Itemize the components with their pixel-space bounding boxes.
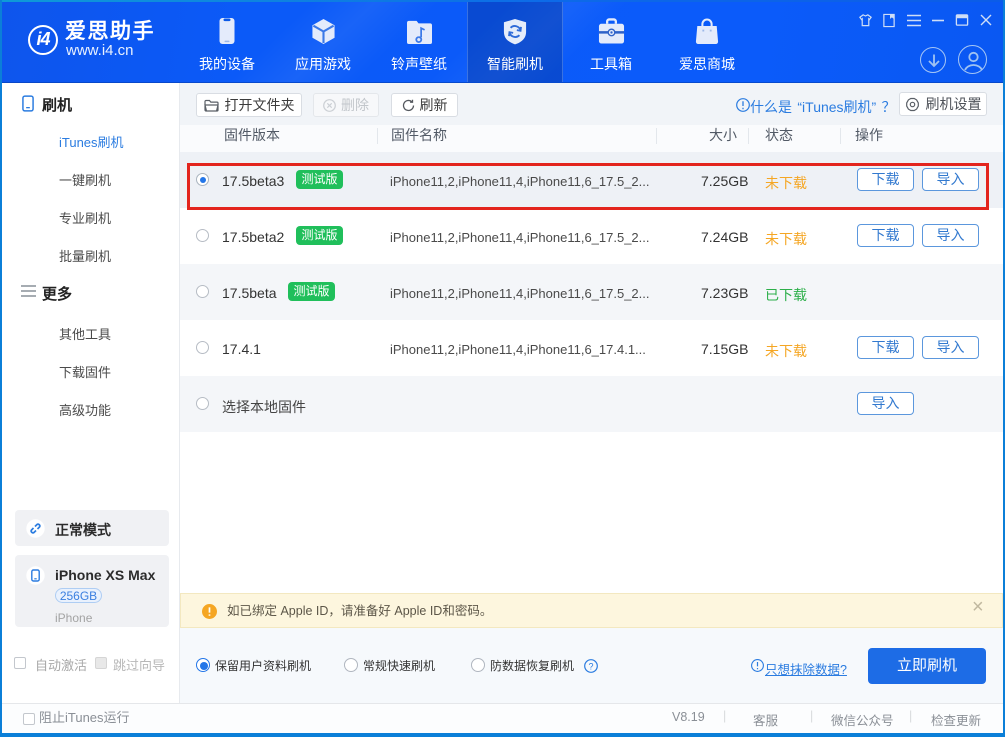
- svg-text:?: ?: [588, 661, 593, 671]
